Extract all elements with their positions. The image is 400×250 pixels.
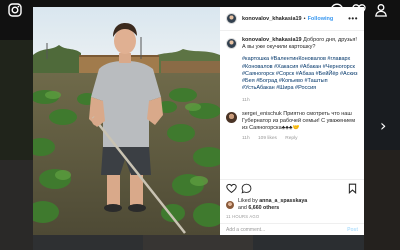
instagram-icon[interactable]	[8, 3, 22, 17]
add-comment-input[interactable]: Add a comment...	[226, 227, 265, 233]
comment-age: 11h	[242, 136, 250, 142]
author-avatar[interactable]	[226, 38, 237, 49]
comment-likes[interactable]: 109 likes	[258, 136, 277, 141]
post-comment-button[interactable]: Post	[347, 227, 358, 233]
liked-by-user[interactable]: anna_a_spasskaya	[259, 198, 307, 204]
comment-bubble-icon[interactable]	[241, 183, 252, 194]
action-bar	[220, 179, 364, 197]
bookmark-icon[interactable]	[347, 183, 358, 194]
liker-avatar[interactable]	[226, 200, 234, 209]
post-panel: konovalov_khakasia19 • Following ••• kon…	[220, 7, 364, 235]
author-avatar[interactable]	[226, 13, 237, 24]
photo-illustration	[33, 7, 220, 235]
post-header: konovalov_khakasia19 • Following •••	[220, 7, 364, 31]
liked-by: Liked by anna_a_spasskaya and 6,660 othe…	[226, 198, 307, 211]
post-modal: konovalov_khakasia19 • Following ••• kon…	[33, 7, 364, 235]
caption-age: 11h	[242, 98, 250, 104]
separator-dot: •	[303, 15, 306, 22]
caption-username[interactable]: konovalov_khakasia19	[242, 37, 302, 43]
comment-item: sergei_enischuk Приятно смотреть что наш…	[226, 111, 358, 143]
post-timestamp: 11 HOURS AGO	[226, 214, 260, 219]
commenter-username[interactable]: sergei_enischuk	[242, 111, 282, 117]
reply-button[interactable]: Reply	[285, 136, 297, 141]
comments-list[interactable]: konovalov_khakasia19 Доброго дня, друзья…	[220, 32, 364, 172]
caption-comment: konovalov_khakasia19 Доброго дня, друзья…	[226, 37, 358, 105]
liked-by-prefix: Liked by	[238, 198, 258, 204]
caption-hashtags[interactable]: #картошка #ВалентинКоновалов #главарх #К…	[242, 56, 358, 92]
user-icon[interactable]	[374, 3, 388, 17]
more-options-icon[interactable]: •••	[348, 14, 358, 23]
author-username[interactable]: konovalov_khakasia19	[242, 16, 302, 22]
liked-by-and: and	[238, 204, 247, 211]
post-photo[interactable]	[33, 7, 220, 235]
add-comment-bar: Add a comment... Post	[220, 223, 364, 235]
commenter-avatar[interactable]	[226, 111, 237, 123]
next-post-arrow[interactable]: ›	[380, 118, 386, 134]
comment-meta: 11h 109 likes Reply	[242, 135, 358, 142]
like-heart-icon[interactable]	[226, 183, 237, 194]
following-button[interactable]: Following	[308, 16, 334, 22]
liked-by-others[interactable]: 6,660 others	[248, 205, 279, 211]
